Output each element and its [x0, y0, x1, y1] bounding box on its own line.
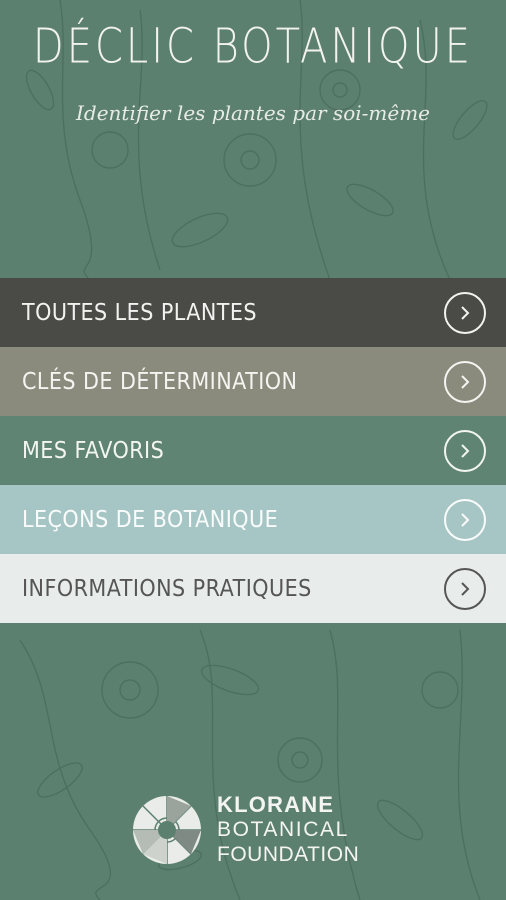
chevron-right-circle-icon [444, 498, 486, 541]
menu-item-botany-lessons[interactable]: LEÇONS DE BOTANIQUE [0, 485, 506, 554]
menu-item-label: CLÉS DE DÉTERMINATION [22, 368, 298, 395]
app-subtitle: Identifier les plantes par soi-même [75, 101, 430, 125]
main-menu: TOUTES LES PLANTES CLÉS DE DÉTERMINATION… [0, 278, 506, 623]
klorane-foundation-logo: KLORANE BOTANICAL FOUNDATION [131, 790, 381, 870]
menu-item-label: LEÇONS DE BOTANIQUE [22, 506, 279, 533]
menu-item-label: TOUTES LES PLANTES [22, 299, 257, 326]
klorane-emblem-icon [133, 796, 201, 864]
app-title: DÉCLIC BOTANIQUE [32, 19, 474, 75]
logo-line-2: BOTANICAL [217, 818, 349, 841]
menu-item-identification-keys[interactable]: CLÉS DE DÉTERMINATION [0, 347, 506, 416]
chevron-right-circle-icon [444, 429, 486, 472]
logo-line-3: FOUNDATION [217, 843, 360, 866]
app-header: DÉCLIC BOTANIQUE Identifier les plantes … [0, 0, 506, 278]
chevron-right-circle-icon [444, 567, 486, 610]
chevron-right-circle-icon [444, 360, 486, 403]
menu-item-all-plants[interactable]: TOUTES LES PLANTES [0, 278, 506, 347]
menu-item-favorites[interactable]: MES FAVORIS [0, 416, 506, 485]
chevron-right-circle-icon [444, 291, 486, 334]
klorane-logo-text: KLORANE BOTANICAL FOUNDATION [217, 792, 359, 867]
menu-item-label: INFORMATIONS PRATIQUES [22, 575, 312, 602]
menu-item-practical-info[interactable]: INFORMATIONS PRATIQUES [0, 554, 506, 623]
logo-line-1: KLORANE [217, 792, 335, 817]
menu-item-label: MES FAVORIS [22, 437, 165, 464]
